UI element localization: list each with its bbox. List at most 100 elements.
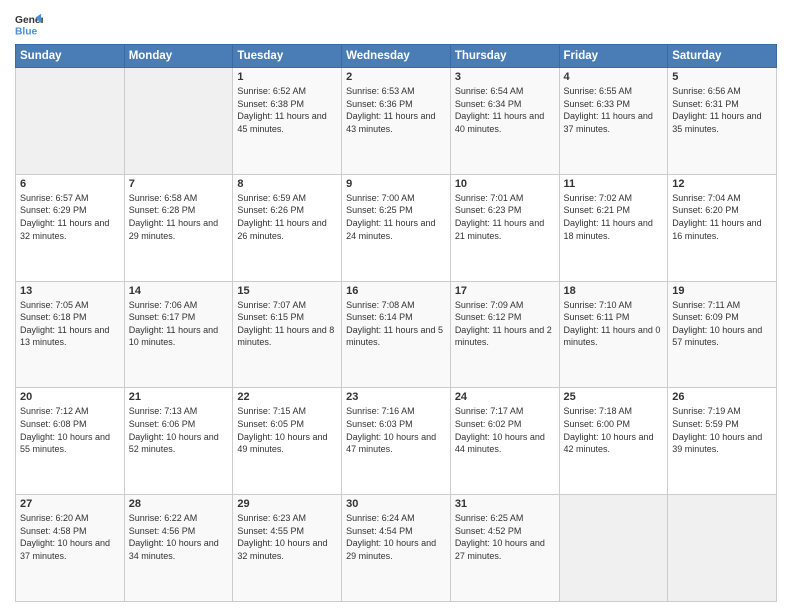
calendar-day-cell: 21Sunrise: 7:13 AMSunset: 6:06 PMDayligh… [124,388,233,495]
day-number: 9 [346,178,446,190]
calendar-header-row: SundayMondayTuesdayWednesdayThursdayFrid… [16,45,777,68]
calendar-day-cell: 8 Sunrise: 6:59 AMSunset: 6:26 PMDaylight… [233,174,342,281]
calendar-day-cell: 20 Sunrise: 7:12 AMSunset: 6:08 PMDayligh… [16,388,125,495]
calendar-day-cell: 18 Sunrise: 7:10 AMSunset: 6:11 PMDayligh… [559,281,668,388]
day-number: 26 [672,391,772,403]
calendar-day-cell: 13 Sunrise: 7:05 AMSunset: 6:18 PMDayligh… [16,281,125,388]
svg-text:Blue: Blue [15,26,38,37]
day-info: Sunrise: 7:05 AMSunset: 6:18 PMDaylight:… [20,299,120,349]
weekday-header: Thursday [450,45,559,68]
calendar-day-cell [124,68,233,175]
day-number: 21 [129,391,229,403]
calendar-day-cell: 5 Sunrise: 6:56 AMSunset: 6:31 PMDaylight… [668,68,777,175]
day-number: 16 [346,285,446,297]
day-number: 27 [20,498,120,510]
day-info: Sunrise: 6:25 AMSunset: 4:52 PMDaylight:… [455,512,555,562]
calendar-day-cell: 7Sunrise: 6:58 AMSunset: 6:28 PMDaylight… [124,174,233,281]
calendar-day-cell: 14 Sunrise: 7:06 AMSunset: 6:17 PMDayligh… [124,281,233,388]
calendar-day-cell: 12Sunrise: 7:04 AMSunset: 6:20 PMDayligh… [668,174,777,281]
calendar-day-cell: 28Sunrise: 6:22 AMSunset: 4:56 PMDayligh… [124,495,233,602]
day-number: 13 [20,285,120,297]
day-number: 5 [672,71,772,83]
calendar-day-cell [668,495,777,602]
day-info: Sunrise: 6:57 AMSunset: 6:29 PMDaylight:… [20,192,120,242]
calendar-day-cell: 19Sunrise: 7:11 AMSunset: 6:09 PMDayligh… [668,281,777,388]
day-info: Sunrise: 7:19 AMSunset: 5:59 PMDaylight:… [672,405,772,455]
header: General Blue [15,10,777,38]
weekday-header: Tuesday [233,45,342,68]
calendar-week-row: 1 Sunrise: 6:52 AMSunset: 6:38 PMDaylight… [16,68,777,175]
day-info: Sunrise: 6:22 AMSunset: 4:56 PMDaylight:… [129,512,229,562]
day-number: 14 [129,285,229,297]
day-number: 7 [129,178,229,190]
day-info: Sunrise: 7:15 AMSunset: 6:05 PMDaylight:… [237,405,337,455]
day-info: Sunrise: 6:55 AMSunset: 6:33 PMDaylight:… [564,85,664,135]
calendar-week-row: 6Sunrise: 6:57 AMSunset: 6:29 PMDaylight… [16,174,777,281]
weekday-header: Saturday [668,45,777,68]
day-number: 10 [455,178,555,190]
day-number: 31 [455,498,555,510]
day-info: Sunrise: 7:16 AMSunset: 6:03 PMDaylight:… [346,405,446,455]
calendar-day-cell: 3 Sunrise: 6:54 AMSunset: 6:34 PMDaylight… [450,68,559,175]
day-number: 25 [564,391,664,403]
calendar-day-cell: 17Sunrise: 7:09 AMSunset: 6:12 PMDayligh… [450,281,559,388]
day-number: 15 [237,285,337,297]
day-info: Sunrise: 7:01 AMSunset: 6:23 PMDaylight:… [455,192,555,242]
day-info: Sunrise: 6:24 AMSunset: 4:54 PMDaylight:… [346,512,446,562]
day-number: 23 [346,391,446,403]
day-number: 24 [455,391,555,403]
weekday-header: Monday [124,45,233,68]
day-info: Sunrise: 6:56 AMSunset: 6:31 PMDaylight:… [672,85,772,135]
day-info: Sunrise: 7:11 AMSunset: 6:09 PMDaylight:… [672,299,772,349]
day-number: 18 [564,285,664,297]
calendar-day-cell: 31 Sunrise: 6:25 AMSunset: 4:52 PMDayligh… [450,495,559,602]
calendar-day-cell: 26 Sunrise: 7:19 AMSunset: 5:59 PMDayligh… [668,388,777,495]
calendar-day-cell: 25 Sunrise: 7:18 AMSunset: 6:00 PMDayligh… [559,388,668,495]
day-info: Sunrise: 7:02 AMSunset: 6:21 PMDaylight:… [564,192,664,242]
calendar-table: SundayMondayTuesdayWednesdayThursdayFrid… [15,44,777,602]
day-info: Sunrise: 6:52 AMSunset: 6:38 PMDaylight:… [237,85,337,135]
calendar-day-cell: 10 Sunrise: 7:01 AMSunset: 6:23 PMDayligh… [450,174,559,281]
day-info: Sunrise: 7:07 AMSunset: 6:15 PMDaylight:… [237,299,337,349]
day-number: 4 [564,71,664,83]
weekday-header: Friday [559,45,668,68]
day-number: 11 [564,178,664,190]
day-number: 30 [346,498,446,510]
logo-icon: General Blue [15,10,43,38]
weekday-header: Sunday [16,45,125,68]
calendar-day-cell: 6Sunrise: 6:57 AMSunset: 6:29 PMDaylight… [16,174,125,281]
day-number: 3 [455,71,555,83]
calendar-day-cell: 30 Sunrise: 6:24 AMSunset: 4:54 PMDayligh… [342,495,451,602]
weekday-header: Wednesday [342,45,451,68]
calendar-week-row: 27Sunrise: 6:20 AMSunset: 4:58 PMDayligh… [16,495,777,602]
calendar-day-cell: 16 Sunrise: 7:08 AMSunset: 6:14 PMDayligh… [342,281,451,388]
calendar-day-cell: 2Sunrise: 6:53 AMSunset: 6:36 PMDaylight… [342,68,451,175]
day-info: Sunrise: 7:10 AMSunset: 6:11 PMDaylight:… [564,299,664,349]
day-number: 12 [672,178,772,190]
day-info: Sunrise: 7:17 AMSunset: 6:02 PMDaylight:… [455,405,555,455]
day-info: Sunrise: 6:23 AMSunset: 4:55 PMDaylight:… [237,512,337,562]
day-number: 8 [237,178,337,190]
day-info: Sunrise: 6:59 AMSunset: 6:26 PMDaylight:… [237,192,337,242]
day-info: Sunrise: 7:18 AMSunset: 6:00 PMDaylight:… [564,405,664,455]
calendar-day-cell: 27Sunrise: 6:20 AMSunset: 4:58 PMDayligh… [16,495,125,602]
day-info: Sunrise: 7:12 AMSunset: 6:08 PMDaylight:… [20,405,120,455]
day-number: 20 [20,391,120,403]
calendar-day-cell: 24 Sunrise: 7:17 AMSunset: 6:02 PMDayligh… [450,388,559,495]
calendar-day-cell: 22Sunrise: 7:15 AMSunset: 6:05 PMDayligh… [233,388,342,495]
day-info: Sunrise: 6:54 AMSunset: 6:34 PMDaylight:… [455,85,555,135]
calendar-day-cell: 23 Sunrise: 7:16 AMSunset: 6:03 PMDayligh… [342,388,451,495]
calendar-day-cell: 9 Sunrise: 7:00 AMSunset: 6:25 PMDaylight… [342,174,451,281]
day-info: Sunrise: 7:06 AMSunset: 6:17 PMDaylight:… [129,299,229,349]
calendar-day-cell [16,68,125,175]
calendar-day-cell: 29Sunrise: 6:23 AMSunset: 4:55 PMDayligh… [233,495,342,602]
day-number: 2 [346,71,446,83]
day-info: Sunrise: 7:08 AMSunset: 6:14 PMDaylight:… [346,299,446,349]
calendar-day-cell: 4 Sunrise: 6:55 AMSunset: 6:33 PMDaylight… [559,68,668,175]
day-info: Sunrise: 7:00 AMSunset: 6:25 PMDaylight:… [346,192,446,242]
day-number: 17 [455,285,555,297]
logo: General Blue [15,10,43,38]
calendar-week-row: 20 Sunrise: 7:12 AMSunset: 6:08 PMDayligh… [16,388,777,495]
calendar-day-cell: 15 Sunrise: 7:07 AMSunset: 6:15 PMDayligh… [233,281,342,388]
day-number: 1 [237,71,337,83]
